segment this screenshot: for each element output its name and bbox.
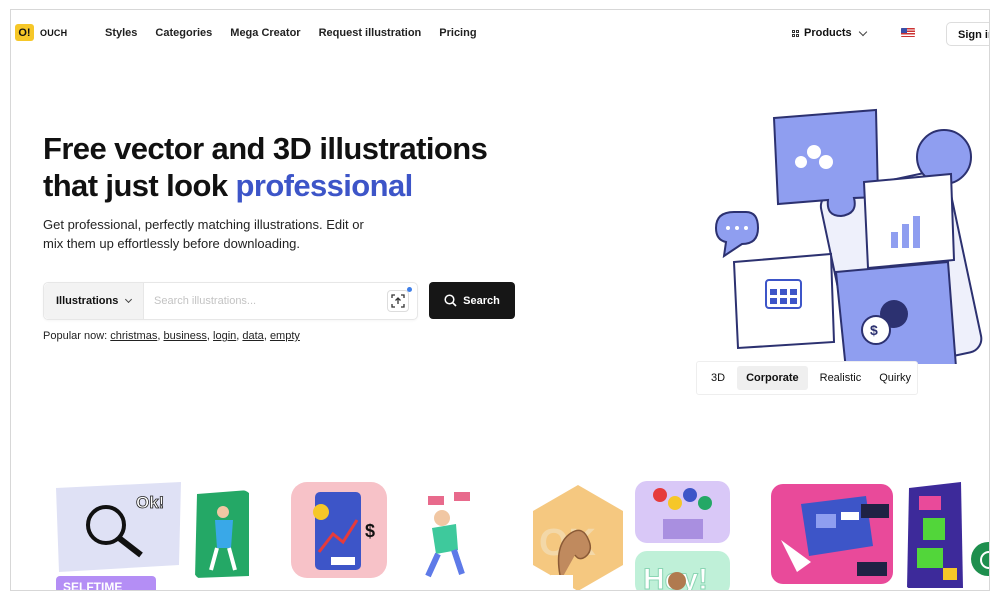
popular-tag-data[interactable]: data: [242, 330, 263, 342]
hero-title-accent: professional: [235, 168, 414, 203]
popular-tag-login[interactable]: login: [213, 330, 236, 342]
sign-in-button[interactable]: Sign in: [946, 22, 989, 46]
popular-tag-christmas[interactable]: christmas: [110, 330, 157, 342]
hero-puzzle-illustration: $: [714, 108, 983, 364]
main-nav: Styles Categories Mega Creator Request i…: [105, 27, 477, 39]
us-flag-icon[interactable]: [901, 28, 915, 37]
chat-support-button[interactable]: [971, 542, 989, 576]
chevron-down-icon: [858, 27, 867, 36]
svg-text:$: $: [365, 521, 375, 541]
illustration-style-tabs: 3D Corporate Realistic Quirky: [696, 361, 918, 395]
gallery-item-search-ok[interactable]: Ok! SELFTIME: [51, 480, 186, 591]
browser-viewport: O! OUCH Styles Categories Mega Creator R…: [10, 9, 990, 591]
nav-item-request-illustration[interactable]: Request illustration: [319, 27, 422, 39]
search-bar: Illustrations: [43, 282, 418, 320]
gallery-item-building-blocks[interactable]: [903, 478, 969, 590]
style-tab-quirky[interactable]: Quirky: [873, 366, 917, 390]
gallery-item-laptop-dashboard[interactable]: [771, 484, 893, 584]
gallery-item-hey[interactable]: Hey!: [635, 551, 730, 591]
nav-item-pricing[interactable]: Pricing: [439, 27, 476, 39]
style-tab-corporate[interactable]: Corporate: [737, 366, 808, 390]
nav-item-mega-creator[interactable]: Mega Creator: [230, 27, 300, 39]
search-button-label: Search: [463, 294, 500, 307]
notification-dot: [407, 287, 412, 292]
hero-subtitle: Get professional, perfectly matching ill…: [43, 217, 364, 251]
brand-logo[interactable]: O! OUCH: [15, 24, 67, 41]
gallery-item-person-jumping[interactable]: [406, 484, 486, 584]
hero-title: Free vector and 3D illustrations that ju…: [43, 130, 488, 204]
gallery-item-ok-hand[interactable]: OK: [531, 485, 626, 591]
search-input[interactable]: [144, 295, 387, 307]
hero-title-line-1: Free vector and 3D illustrations: [43, 131, 488, 166]
nav-item-categories[interactable]: Categories: [155, 27, 212, 39]
hero-title-prefix: that just look: [43, 168, 236, 203]
gallery-item-phone-finance[interactable]: $: [291, 482, 387, 578]
popular-tag-empty[interactable]: empty: [270, 330, 300, 342]
selftime-text: SELFTIME: [63, 580, 122, 591]
svg-text:$: $: [870, 322, 878, 338]
products-menu[interactable]: Products: [792, 27, 867, 39]
popular-searches: Popular now: christmas, business, login,…: [43, 330, 300, 342]
search-icon: [444, 294, 457, 307]
style-tab-3d[interactable]: 3D: [705, 366, 731, 390]
nav-item-styles[interactable]: Styles: [105, 27, 137, 39]
logo-badge: O!: [15, 24, 34, 41]
popular-tag-business[interactable]: business: [163, 330, 206, 342]
hero-title-line-2: that just look professional: [43, 167, 487, 204]
products-label: Products: [804, 27, 852, 39]
popular-prefix: Popular now:: [43, 330, 108, 342]
grid-icon: [792, 29, 799, 37]
scan-image-icon: [391, 294, 405, 308]
gallery-item-balloons[interactable]: [635, 481, 730, 543]
top-navigation-bar: O! OUCH Styles Categories Mega Creator R…: [11, 10, 989, 58]
gallery-item-green-person[interactable]: [193, 490, 253, 580]
search-button[interactable]: Search: [429, 282, 515, 319]
style-tab-realistic[interactable]: Realistic: [814, 366, 868, 390]
ok-sticker-text: Ok!: [136, 493, 164, 512]
search-type-label: Illustrations: [56, 295, 119, 307]
image-search-button[interactable]: [387, 287, 412, 312]
logo-text: OUCH: [40, 27, 68, 38]
chevron-down-icon: [125, 295, 133, 304]
search-type-dropdown[interactable]: Illustrations: [44, 283, 144, 319]
